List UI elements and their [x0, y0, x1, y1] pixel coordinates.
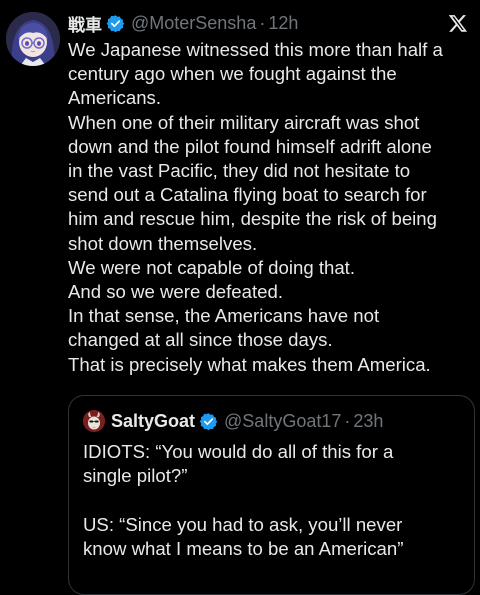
- post-text-line: down and the pilot found himself adrift …: [68, 135, 432, 157]
- post-text-line: in the vast Pacific, they did not hesita…: [68, 160, 411, 182]
- separator-dot: ·: [259, 12, 266, 33]
- post-text-line: When one of their military aircraft was …: [68, 111, 420, 133]
- quoted-author-handle[interactable]: @SaltyGoat17: [224, 411, 341, 432]
- verified-badge-icon: [106, 14, 125, 32]
- quoted-author-avatar[interactable]: [83, 410, 105, 432]
- post-text-line: In that sense, the Americans have not: [68, 305, 380, 327]
- post: 戦車 @MoterSensha · 12h We Japanese witnes…: [0, 0, 480, 595]
- verified-badge-icon: [199, 412, 218, 430]
- post-text-line: send out a Catalina flying boat to searc…: [68, 184, 427, 206]
- anime-avatar-icon: [6, 12, 60, 66]
- post-text-line: That is precisely what makes them Americ…: [68, 353, 431, 375]
- quoted-text-line: US: “Since you had to ask, you’ll never: [83, 513, 403, 535]
- author-display-name[interactable]: 戦車: [68, 11, 102, 36]
- post-text-line: And so we were defeated.: [68, 281, 283, 303]
- post-text-line: him and rescue him, despite the risk of …: [68, 208, 437, 230]
- post-text-line: changed at all since those days.: [68, 329, 333, 351]
- quoted-post-header: SaltyGoat @SaltyGoat17 · 23h: [83, 410, 383, 432]
- post-text: We Japanese witnessed this more than hal…: [68, 38, 478, 377]
- author-handle[interactable]: @MoterSensha: [131, 13, 256, 34]
- post-header: 戦車 @MoterSensha · 12h: [68, 11, 298, 36]
- quoted-text-line: know what I means to be an American”: [83, 537, 404, 559]
- x-logo-icon[interactable]: [448, 13, 468, 33]
- quoted-text-line: single pilot?”: [83, 465, 188, 487]
- post-text-line: century ago when we fought against the: [68, 63, 397, 85]
- quoted-author-display-name[interactable]: SaltyGoat: [111, 411, 195, 432]
- post-timestamp[interactable]: 12h: [268, 13, 298, 34]
- post-text-line: We Japanese witnessed this more than hal…: [68, 39, 443, 60]
- quoted-post-timestamp[interactable]: 23h: [353, 411, 383, 432]
- separator-dot: ·: [344, 410, 351, 431]
- post-text-line: We were not capable of doing that.: [68, 256, 356, 278]
- quoted-post-text: IDIOTS: “You would do all of this for a …: [83, 440, 468, 561]
- quoted-post[interactable]: SaltyGoat @SaltyGoat17 · 23h IDIOTS: “Yo…: [68, 395, 475, 595]
- quoted-text-blank-line: [83, 488, 468, 512]
- quoted-text-line: IDIOTS: “You would do all of this for a: [83, 441, 394, 462]
- post-text-line: Americans.: [68, 87, 161, 109]
- author-avatar[interactable]: [6, 12, 60, 66]
- goat-avatar-icon: [83, 410, 105, 432]
- post-text-line: shot down themselves.: [68, 232, 258, 254]
